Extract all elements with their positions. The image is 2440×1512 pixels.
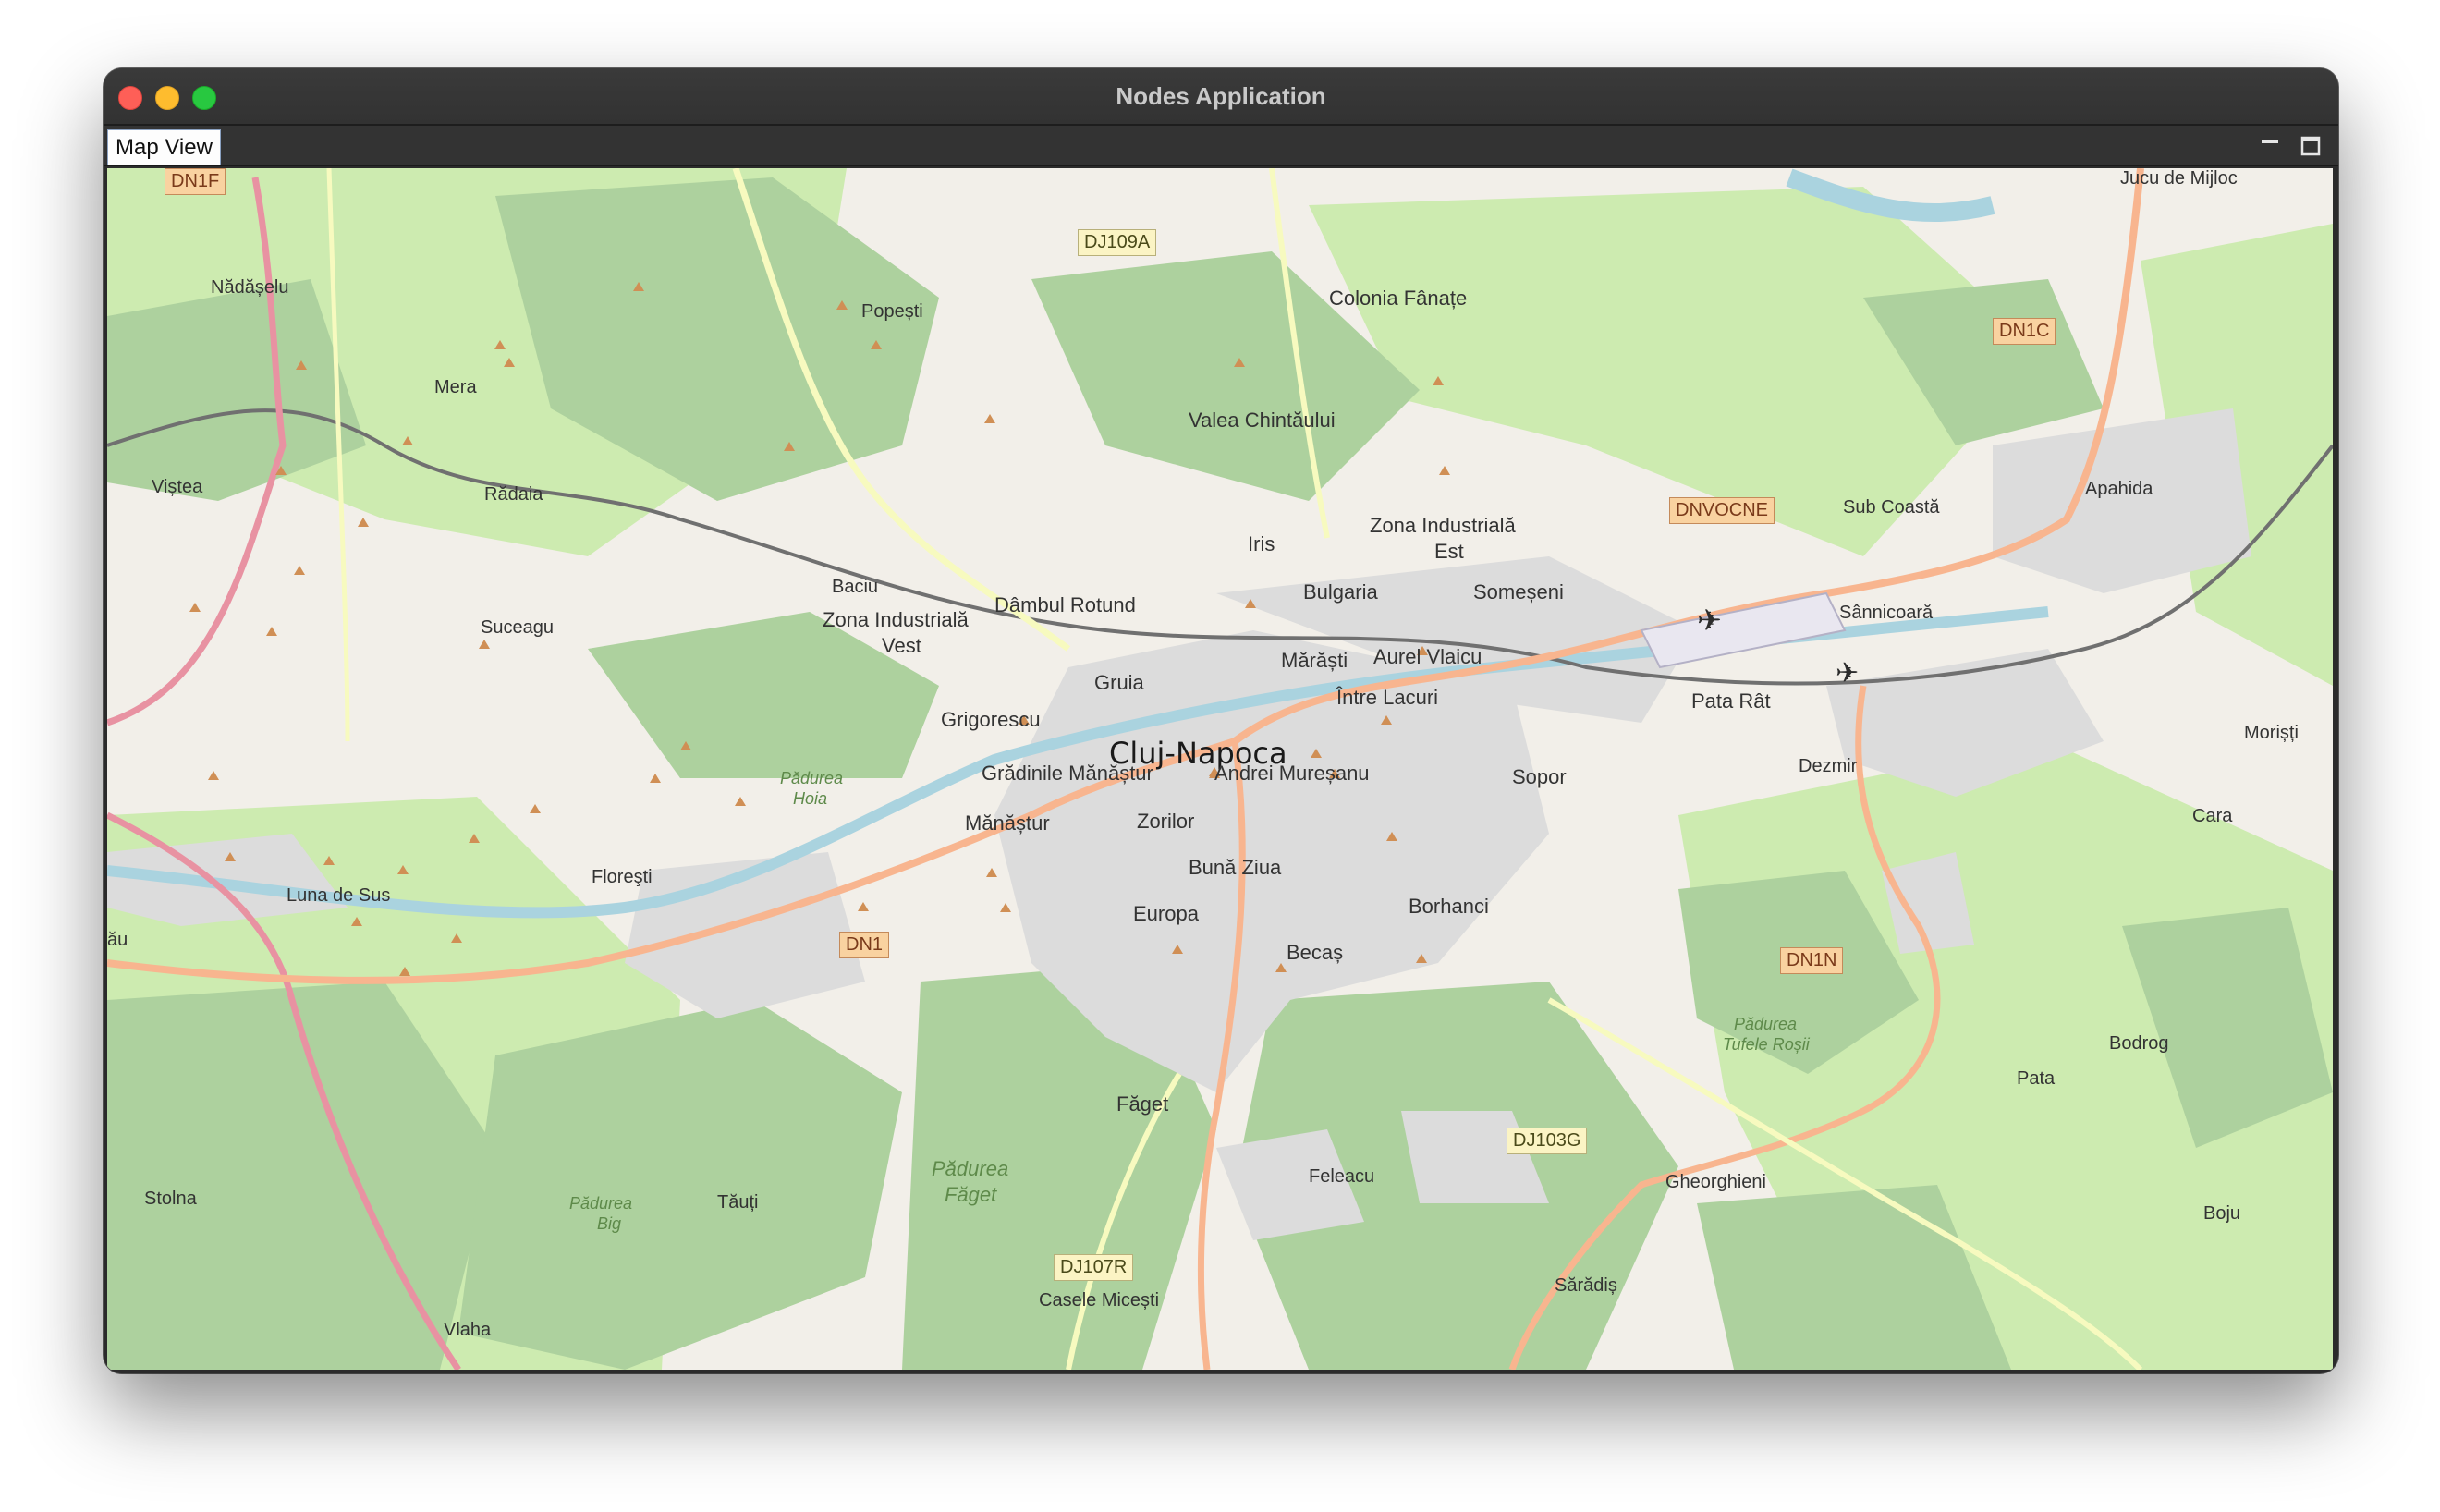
road-shield: DN1F bbox=[165, 168, 226, 195]
place-label: Borhanci bbox=[1409, 895, 1489, 918]
place-label: Jucu de Mijloc bbox=[2120, 168, 2238, 189]
place-label: Gheorghieni bbox=[1665, 1172, 1766, 1192]
minimize-icon[interactable] bbox=[2257, 133, 2283, 159]
place-label: Bulgaria bbox=[1303, 580, 1378, 604]
map-view[interactable]: ✈ ✈ DN1F DJ109A DN1C DNVOCNE DN1 DN1N DJ… bbox=[107, 168, 2333, 1370]
forest-label: Pădurea bbox=[932, 1157, 1009, 1180]
title-bar[interactable]: Nodes Application bbox=[104, 68, 2338, 126]
place-label: Pata Rât bbox=[1691, 689, 1771, 713]
place-label: Bodrog bbox=[2109, 1033, 2169, 1054]
place-label: Floreşti bbox=[592, 867, 653, 887]
road-shield: DN1C bbox=[1993, 318, 2056, 345]
place-label: Nădășelu bbox=[211, 277, 289, 298]
place-label: Gruia bbox=[1094, 671, 1144, 694]
road-shield: DN1 bbox=[839, 932, 890, 958]
place-label: Mărăști bbox=[1281, 649, 1348, 672]
place-label: Zorilor bbox=[1137, 810, 1195, 833]
place-label: Baciu bbox=[832, 577, 879, 597]
place-label: Suceagu bbox=[481, 617, 554, 638]
place-label: Andrei Mureșanu bbox=[1214, 762, 1370, 785]
place-label: Becaș bbox=[1287, 941, 1344, 964]
place-label: Sopor bbox=[1512, 765, 1567, 788]
forest-label: Făget bbox=[945, 1183, 997, 1206]
road-shield: DN1N bbox=[1780, 947, 1844, 974]
place-label: Colonia Fânațe bbox=[1329, 287, 1468, 310]
forest-label: Pădurea bbox=[569, 1194, 633, 1213]
tab-bar: Map View bbox=[104, 126, 2338, 166]
place-label: Luna de Sus bbox=[287, 885, 391, 906]
airport: ✈ ✈ bbox=[1640, 591, 1859, 689]
app-window: Nodes Application Map View ✈ ✈ DN1F DJ10… bbox=[104, 68, 2338, 1373]
place-label: Valea Chintăului bbox=[1189, 408, 1336, 432]
place-label: Iris bbox=[1248, 532, 1275, 555]
place-label: Casele Micești bbox=[1039, 1290, 1160, 1311]
svg-text:✈: ✈ bbox=[1836, 657, 1859, 689]
place-label: Vlaha bbox=[444, 1320, 492, 1340]
place-label: Vest bbox=[882, 634, 921, 657]
place-label: Sărădiș bbox=[1555, 1275, 1617, 1296]
place-label: ău bbox=[107, 930, 128, 950]
road-shield: DJ109A bbox=[1078, 229, 1157, 256]
road-shield: DJ107R bbox=[1054, 1254, 1134, 1281]
place-label: Făget bbox=[1116, 1092, 1169, 1116]
place-label: Boju bbox=[2203, 1203, 2241, 1224]
place-label: Grădinile Mănăștur bbox=[982, 762, 1153, 785]
place-label: Grigorescu bbox=[941, 708, 1041, 731]
place-label: Viștea bbox=[152, 477, 203, 497]
place-label: Popești bbox=[861, 301, 923, 322]
place-label: Pata bbox=[2017, 1068, 2056, 1089]
forest-label: Pădurea bbox=[1734, 1015, 1798, 1033]
place-label: Dezmir bbox=[1799, 756, 1858, 776]
place-label: Zona Industrială bbox=[1370, 514, 1516, 537]
place-label: Stolna bbox=[144, 1189, 197, 1209]
place-label: Europa bbox=[1133, 902, 1199, 925]
place-label: Morișți bbox=[2244, 723, 2299, 743]
window-title: Nodes Application bbox=[1116, 82, 1326, 110]
forest-label: Big bbox=[597, 1214, 622, 1233]
forest-label: Tufele Roșii bbox=[1723, 1035, 1810, 1054]
place-label: Aurel Vlaicu bbox=[1373, 645, 1482, 668]
road-shield: DJ103G bbox=[1507, 1128, 1588, 1154]
place-label: Tăuți bbox=[717, 1192, 759, 1213]
tab-map-view[interactable]: Map View bbox=[107, 129, 221, 165]
place-label: Mănăștur bbox=[965, 811, 1050, 835]
place-label: Zona Industrială bbox=[823, 608, 969, 631]
place-label: Bună Ziua bbox=[1189, 856, 1282, 879]
place-label: Feleacu bbox=[1309, 1166, 1375, 1187]
place-label: Est bbox=[1434, 540, 1464, 563]
maximize-icon[interactable] bbox=[2298, 133, 2324, 159]
place-label: Sânnicoară bbox=[1839, 603, 1934, 623]
forest-label: Pădurea bbox=[780, 769, 844, 787]
place-label: Sub Coastă bbox=[1843, 497, 1940, 518]
place-label: Apahida bbox=[2085, 479, 2153, 499]
place-label: Între Lacuri bbox=[1336, 686, 1439, 709]
place-label: Mera bbox=[434, 377, 477, 397]
place-label: Dâmbul Rotund bbox=[994, 593, 1136, 616]
forest-label: Hoia bbox=[793, 789, 828, 808]
place-label: Rădaia bbox=[484, 484, 543, 505]
road-shield: DNVOCNE bbox=[1669, 497, 1775, 524]
svg-text:✈: ✈ bbox=[1697, 603, 1722, 638]
place-label: Cara bbox=[2192, 806, 2233, 826]
place-label: Someșeni bbox=[1473, 580, 1564, 604]
